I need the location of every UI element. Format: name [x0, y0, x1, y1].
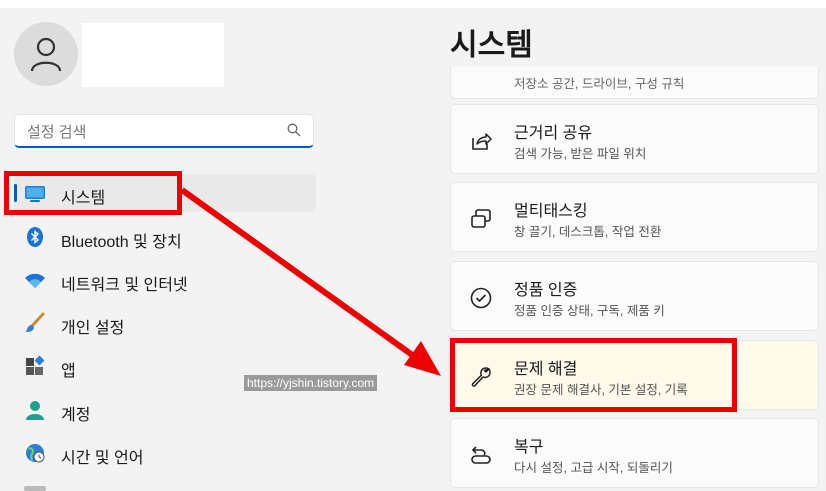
annotation-arrow — [180, 187, 441, 376]
